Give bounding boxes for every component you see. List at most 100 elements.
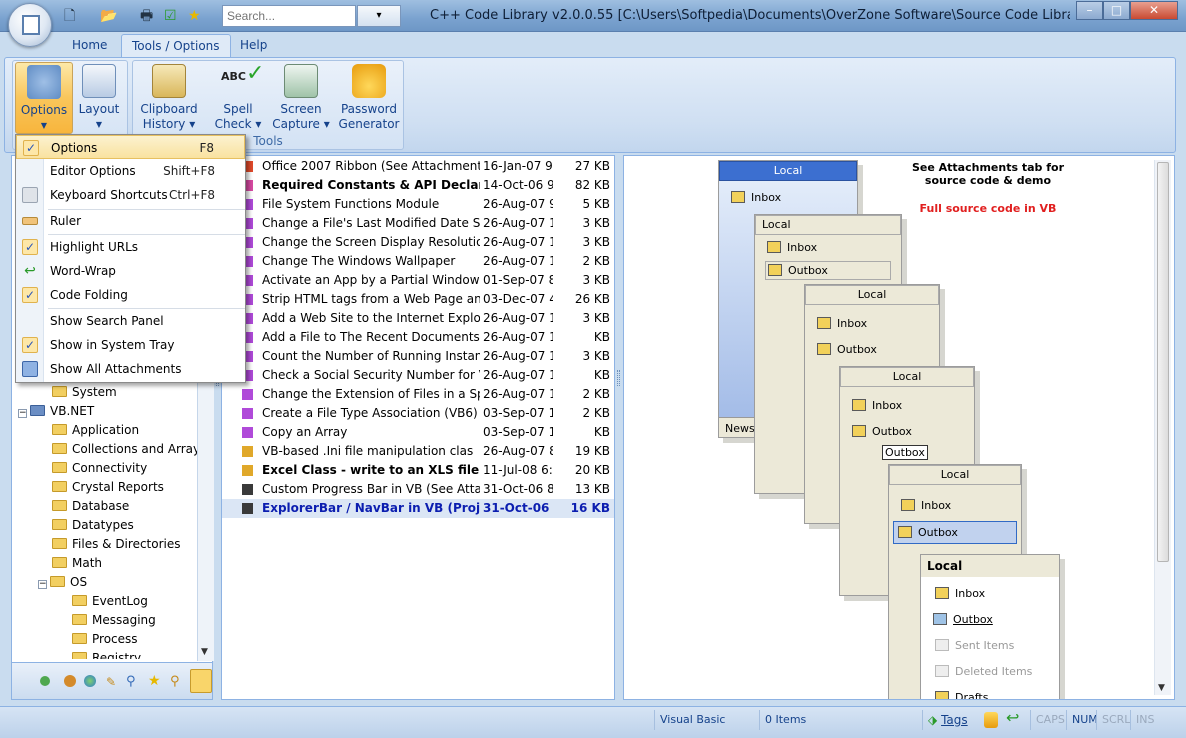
print-icon[interactable]: 🖶 (140, 6, 153, 26)
search-input[interactable] (222, 5, 356, 27)
snippet-list: Office 2007 Ribbon (See Attachments) 16-J… (221, 155, 615, 700)
snippet-date: 16-Jan-07 9: (483, 159, 553, 173)
list-item-selected[interactable]: ExplorerBar / NavBar in VB (Project & d3… (222, 499, 614, 518)
search-options-button[interactable]: ▾ (357, 5, 401, 27)
firefox-icon[interactable] (64, 675, 76, 687)
menu-label: Options (51, 141, 98, 155)
menu-item-show-all-attachments[interactable]: Show All Attachments (16, 357, 245, 381)
list-item[interactable]: Change The Windows Wallpaper 26-Aug-07 1 2… (222, 252, 614, 271)
menu-shortcut: F8 (199, 141, 214, 155)
options-check-icon: ✓ (23, 140, 39, 156)
clipboard-label: Clipboard (140, 102, 198, 116)
list-item[interactable]: Count the Number of Running Instanc 26-Au… (222, 347, 614, 366)
status-tags-button[interactable]: ⬗ Tags (922, 710, 978, 730)
layout-button[interactable]: Layout ▼ (74, 62, 124, 134)
list-item[interactable]: Custom Progress Bar in VB (See Attach...… (222, 480, 614, 499)
tree-item-vbnet[interactable]: − VB.NET (16, 402, 196, 421)
star-icon[interactable]: ★ (148, 673, 161, 689)
list-item[interactable]: Check a Social Security Number for Vali 2… (222, 366, 614, 385)
scroll-down-icon[interactable]: ▼ (201, 647, 208, 657)
tab-home[interactable]: Home (62, 34, 117, 58)
tab-help[interactable]: Help (230, 34, 277, 58)
tree-item-files-directories[interactable]: Files & Directories (16, 535, 196, 554)
tree-item-application[interactable]: Application (16, 421, 196, 440)
options-button[interactable]: Options ▼ (15, 62, 73, 134)
menu-item-show-in-system-tray[interactable]: ✓ Show in System Tray (16, 333, 245, 357)
preview-pane: See Attachments tab for source code & dem… (623, 155, 1175, 700)
tree-label: Messaging (92, 613, 156, 627)
list-item[interactable]: Strip HTML tags from a Web Page and 03-De… (222, 290, 614, 309)
splitter-grip-right[interactable] (617, 370, 620, 386)
list-item[interactable]: VB-based .Ini file manipulation clas 26-A… (222, 442, 614, 461)
menu-item-options[interactable]: ✓ Options F8 (16, 135, 245, 159)
folder-icon (52, 538, 67, 549)
list-item[interactable]: Office 2007 Ribbon (See Attachments) 16-J… (222, 157, 614, 176)
tree-item-registry[interactable]: Registry (16, 649, 196, 659)
scroll-down-icon[interactable]: ▼ (1158, 683, 1165, 693)
list-item[interactable]: Change the Extension of Files in a Speci… (222, 385, 614, 404)
favorite-star-icon[interactable]: ★ (188, 6, 201, 26)
collapse-icon[interactable]: − (18, 409, 27, 418)
open-folder-icon[interactable]: 📂 (100, 6, 117, 26)
menu-item-highlight-urls[interactable]: ✓ Highlight URLs (16, 235, 245, 259)
tree-item-eventlog[interactable]: EventLog (16, 592, 196, 611)
menu-item-editor-options[interactable]: Editor Options Shift+F8 (16, 159, 245, 183)
screen-capture-button[interactable]: Screen Capture ▾ (270, 62, 332, 134)
lock-icon[interactable] (984, 712, 998, 728)
list-item[interactable]: Create a File Type Association (VB6) 03-S… (222, 404, 614, 423)
tree-item-datatypes[interactable]: Datatypes (16, 516, 196, 535)
word-wrap-status-icon[interactable]: ↩ (1006, 708, 1019, 727)
tree-item-messaging[interactable]: Messaging (16, 611, 196, 630)
find-icon[interactable]: ⚲ (170, 674, 180, 689)
list-item[interactable]: Change the Screen Display Resolution 26-A… (222, 233, 614, 252)
list-item[interactable]: Activate an App by a Partial Window Ti 01… (222, 271, 614, 290)
list-item[interactable]: Add a File to The Recent Documents List2… (222, 328, 614, 347)
list-item[interactable]: Required Constants & API Declarations14-… (222, 176, 614, 195)
spell-check-button[interactable]: ABC✓ Spell Check ▾ (210, 62, 266, 134)
tree-item-system[interactable]: System (16, 383, 196, 402)
application-menu-button[interactable] (8, 3, 52, 47)
window-title: C++ Code Library v2.0.0.55 [C:\Users\Sof… (430, 8, 1070, 23)
menu-item-ruler[interactable]: Ruler (16, 209, 245, 233)
tree-item-connectivity[interactable]: Connectivity (16, 459, 196, 478)
list-item[interactable]: Excel Class - write to an XLS file with.… (222, 461, 614, 480)
menu-item-code-folding[interactable]: ✓ Code Folding (16, 283, 245, 307)
clipboard-history-button[interactable]: Clipboard History ▾ (136, 62, 202, 134)
menu-label: Show All Attachments (50, 362, 182, 376)
tree-item-math[interactable]: Math (16, 554, 196, 573)
menu-item-word-wrap[interactable]: ↩ Word-Wrap (16, 259, 245, 283)
navbar-icon[interactable] (190, 669, 212, 693)
check-icon[interactable]: ☑ (164, 6, 177, 26)
menu-item-keyboard-shortcuts[interactable]: Keyboard Shortcuts Ctrl+F8 (16, 183, 245, 207)
folder-icon (72, 595, 87, 606)
edit-icon[interactable]: ✎ (106, 675, 116, 689)
refresh-icon[interactable] (40, 676, 50, 686)
list-item[interactable]: File System Functions Module 26-Aug-07 9 5… (222, 195, 614, 214)
list-item[interactable]: Change a File's Last Modified Date Sta 26… (222, 214, 614, 233)
minimize-button[interactable]: – (1076, 1, 1103, 20)
list-item[interactable]: Copy an Array 03-Sep-07 1 KB (222, 423, 614, 442)
search-icon[interactable]: ⚲ (126, 674, 136, 689)
navbar-item: Inbox (852, 399, 902, 412)
tab-tools-options[interactable]: Tools / Options (121, 34, 231, 58)
password-generator-button[interactable]: Password Generator (338, 62, 400, 134)
scroll-thumb[interactable] (1157, 162, 1169, 562)
globe-icon[interactable] (84, 675, 96, 687)
folder-icon (52, 462, 67, 473)
tree-item-collections[interactable]: Collections and Arrays (16, 440, 206, 459)
snippet-name: Add a File to The Recent Documents List (262, 330, 480, 344)
new-file-icon[interactable]: 🗋 (64, 6, 75, 26)
tree-item-database[interactable]: Database (16, 497, 196, 516)
tree-item-crystal-reports[interactable]: Crystal Reports (16, 478, 196, 497)
preview-scrollbar[interactable]: ▼ (1154, 160, 1171, 695)
navbar-item: Outbox (852, 425, 912, 438)
collapse-icon[interactable]: − (38, 580, 47, 589)
navbar-item: Outbox (817, 343, 877, 356)
tree-item-os[interactable]: − OS (16, 573, 196, 592)
maximize-button[interactable]: □ (1103, 1, 1130, 20)
close-button[interactable]: ✕ (1130, 1, 1178, 20)
folder-icon (52, 519, 67, 530)
menu-item-show-search-panel[interactable]: Show Search Panel (16, 309, 245, 333)
list-item[interactable]: Add a Web Site to the Internet Explorer 2… (222, 309, 614, 328)
tree-item-process[interactable]: Process (16, 630, 196, 649)
